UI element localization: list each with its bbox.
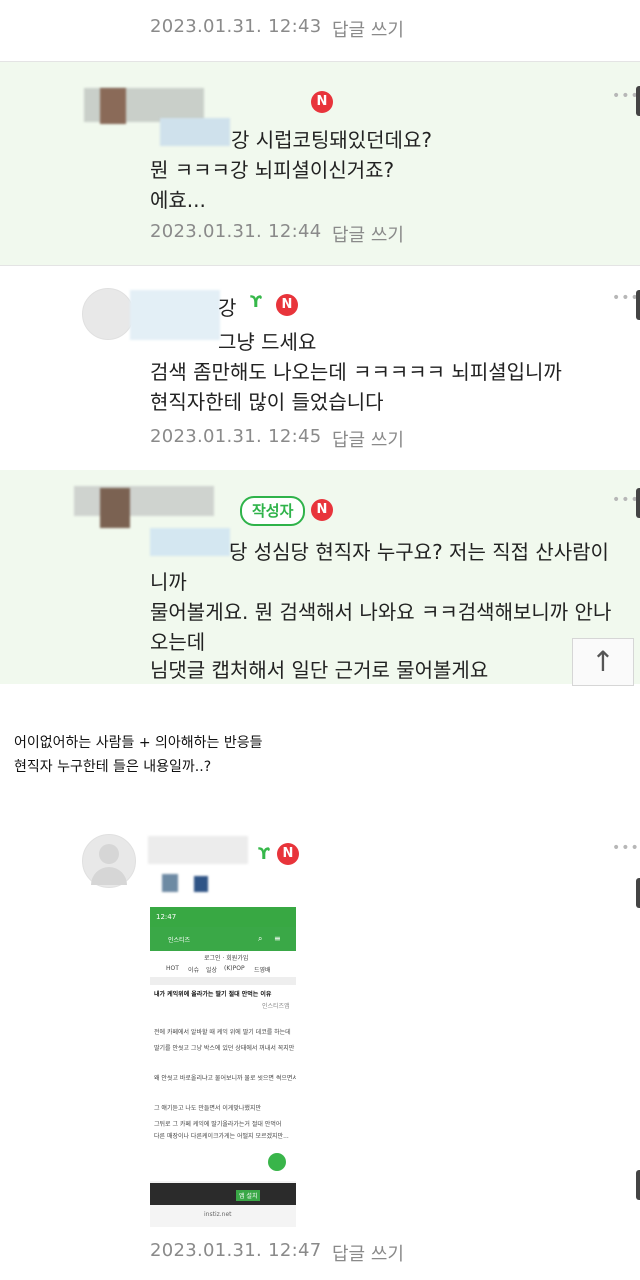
post-line: 다른 매장이나 다른케이크가게는 어떨지 모르겠지만... <box>154 1133 289 1140</box>
new-badge: N <box>311 91 333 113</box>
edge-scroll-tab[interactable] <box>636 488 640 518</box>
site-name: 인스티즈 <box>168 937 191 944</box>
caption-line: 현직자 누구한테 들은 내용일까..? <box>14 759 212 775</box>
edge-scroll-tab[interactable] <box>636 290 640 320</box>
tab-label: 이슈 <box>188 967 200 974</box>
search-icon: ⌕ <box>258 934 263 943</box>
comment-date: 2023.01.31. 12:47 <box>150 1240 322 1261</box>
username-blurred <box>130 290 220 340</box>
menu-icon: ≡ <box>274 934 281 943</box>
comment-text: 그냥 드세요 <box>218 330 317 354</box>
avatar <box>82 288 134 340</box>
comment-text: 당 성심당 현직자 누구요? 저는 직접 산사람이 <box>229 540 609 564</box>
comment-text: 오는데 <box>150 630 206 654</box>
sprout-icon: ϒ <box>258 844 270 863</box>
write-fab <box>268 1153 286 1171</box>
comment-text: 님댓글 캡처해서 일단 근거로 물어볼게요 <box>150 658 489 682</box>
post-line: 그 얘기듣고 나도 만들면서 이게맞나했지만 <box>154 1105 261 1112</box>
reply-button[interactable]: 답글 쓰기 <box>332 16 404 42</box>
username-blurred <box>160 118 230 146</box>
post-author: 인스티즈앱 <box>262 1003 290 1010</box>
comment-text: 현직자한테 많이 들었습니다 <box>150 390 384 414</box>
comment-text: 검색 좀만해도 나오는데 ㅋㅋㅋㅋㅋ 뇌피셜입니까 <box>150 360 562 384</box>
phone-time: 12:47 <box>156 913 177 921</box>
comment-text: 뭔 ㅋㅋㅋ강 뇌피셜이신거죠? <box>150 158 395 182</box>
reply-button[interactable]: 답글 쓰기 <box>332 221 404 247</box>
username-blurred <box>194 876 208 892</box>
username-blurred <box>150 528 230 556</box>
comment-date: 2023.01.31. 12:43 <box>150 16 322 37</box>
tab-label: (K)POP <box>224 965 245 972</box>
login-link: 로그인 · 회원가입 <box>204 955 249 962</box>
username-blurred <box>148 836 248 864</box>
caption-line: 어이없어하는 사람들 + 의아해하는 반응들 <box>14 735 263 751</box>
tab-label: HOT <box>166 965 179 972</box>
new-badge: N <box>276 294 298 316</box>
post-line: 딸기를 안씻고 그냥 박스에 있던 상태에서 꺼내서 꼭지만 떼서 올리는거야 <box>154 1045 296 1052</box>
username-fragment: 강 <box>218 296 237 320</box>
more-options-button[interactable]: ••• <box>612 840 640 856</box>
install-button: 앱 설치 <box>236 1190 261 1201</box>
writer-badge: 작성자 <box>240 496 306 526</box>
tab-label: 드영배 <box>254 967 271 974</box>
new-badge: N <box>277 843 299 865</box>
reply-button[interactable]: 답글 쓰기 <box>332 426 404 452</box>
sprout-icon: ϒ <box>250 292 262 311</box>
post-line: 전에 카페에서 알바할 때 케익 위에 딸기 데코를 하는데 <box>154 1029 291 1036</box>
avatar-blurred <box>100 88 126 124</box>
arrow-up-icon: ↑ <box>591 645 615 678</box>
status-bar: 12:47 <box>150 907 296 927</box>
post-line: 왜 안씻고 바로올리냐고 물어보니까 물로 씻으면 썩으면서 딸기들이 부당하면… <box>154 1075 296 1082</box>
url-bar: instiz.net <box>204 1211 232 1218</box>
comment-text: 물어볼게요. 뭔 검색해서 나와요 ㅋㅋ검색해보니까 안나 <box>150 600 612 624</box>
post-line: 그뒤로 그 카페 케익에 딸기올라가는거 절대 안먹어 <box>154 1121 282 1128</box>
comment-text: 강 시럽코팅돼있던데요? <box>231 128 432 152</box>
attached-screenshot[interactable]: 12:47 인스티즈 ⌕ ≡ 로그인 · 회원가입 HOT 이슈 일상 (K)P… <box>150 907 296 1227</box>
avatar-blurred <box>100 488 130 528</box>
tab-label: 일상 <box>206 967 218 974</box>
comment-date: 2023.01.31. 12:44 <box>150 221 322 242</box>
page-body <box>150 951 296 1181</box>
comment-text: 니까 <box>150 570 187 594</box>
post-title: 내가 케익위에 올라가는 딸기 절대 안먹는 이유 <box>154 991 272 998</box>
site-header: 인스티즈 ⌕ ≡ <box>150 927 296 951</box>
avatar <box>82 834 136 888</box>
edge-scroll-tab[interactable] <box>636 86 640 116</box>
new-badge: N <box>311 499 333 521</box>
edge-scroll-tab[interactable] <box>636 878 640 908</box>
scroll-to-top-button[interactable]: ↑ <box>572 638 634 686</box>
app-install-snackbar: 앱 설치 <box>150 1183 296 1205</box>
reply-button[interactable]: 답글 쓰기 <box>332 1240 404 1266</box>
edge-scroll-tab[interactable] <box>636 1170 640 1200</box>
divider <box>0 265 640 266</box>
comment-text: 에효... <box>150 188 206 212</box>
username-blurred <box>162 874 178 892</box>
comment-date: 2023.01.31. 12:45 <box>150 426 322 447</box>
avatar-blurred <box>74 486 214 516</box>
